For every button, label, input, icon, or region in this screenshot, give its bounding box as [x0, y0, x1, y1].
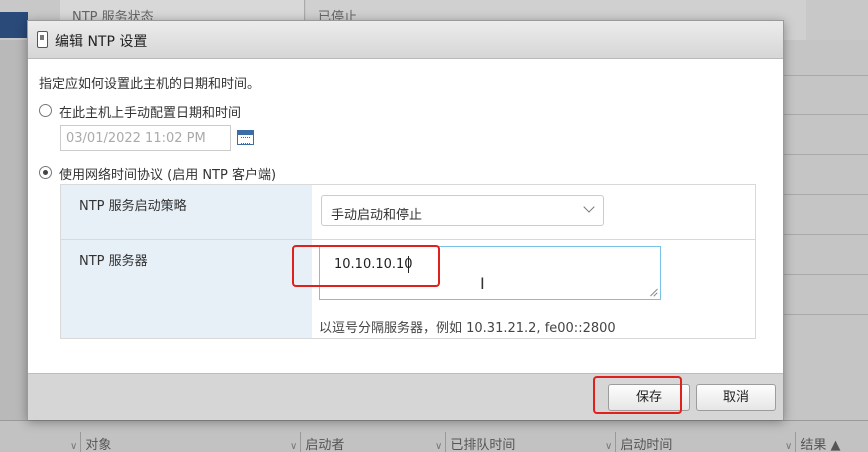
background-nav-accent	[0, 12, 28, 38]
save-button-highlight	[593, 376, 682, 414]
startup-policy-selected-value: 手动启动和停止	[331, 208, 423, 223]
column-header-start-time[interactable]: ∨ 启动时间	[605, 434, 672, 452]
startup-policy-label-cell: NTP 服务启动策略	[61, 185, 312, 240]
background-right-panel	[784, 40, 868, 435]
column-header-object-label: 对象	[85, 438, 112, 452]
dialog-intro: 指定应如何设置此主机的日期和时间。	[39, 77, 261, 92]
startup-policy-label: NTP 服务启动策略	[79, 199, 187, 214]
calendar-icon[interactable]	[237, 130, 254, 145]
ntp-servers-hint: 以逗号分隔服务器，例如 10.31.21.2, fe00::2800	[319, 321, 616, 336]
background-task-table-header	[0, 420, 868, 452]
chevron-down-icon: ∨	[290, 441, 298, 452]
column-header-initiator-label: 启动者	[305, 438, 345, 452]
edit-ntp-dialog: 编辑 NTP 设置 指定应如何设置此主机的日期和时间。 在此主机上手动配置日期和…	[27, 20, 784, 420]
column-header-object[interactable]: ∨ 对象	[70, 434, 111, 452]
manual-config-radio[interactable]	[39, 104, 52, 117]
resize-handle-icon[interactable]	[649, 288, 658, 297]
ntp-config-radio[interactable]	[39, 166, 52, 179]
ntp-servers-label: NTP 服务器	[79, 254, 148, 269]
chevron-down-icon: ∨	[785, 441, 793, 452]
cancel-button[interactable]: 取消	[696, 384, 776, 411]
column-header-result-label: 结果 ▲	[800, 438, 841, 452]
startup-policy-select[interactable]: 手动启动和停止	[321, 195, 604, 226]
dialog-header: 编辑 NTP 设置	[28, 21, 783, 59]
chevron-down-icon: ∨	[605, 441, 613, 452]
chevron-down-icon: ∨	[70, 441, 78, 452]
ntp-config-label[interactable]: 使用网络时间协议 (启用 NTP 客户端)	[59, 164, 276, 183]
column-header-queued-time-label: 已排队时间	[450, 438, 516, 452]
column-header-initiator[interactable]: ∨ 启动者	[290, 434, 344, 452]
dialog-title: 编辑 NTP 设置	[55, 34, 148, 50]
manual-datetime-input[interactable]: 03/01/2022 11:02 PM	[60, 125, 231, 151]
chevron-down-icon	[583, 201, 595, 213]
chevron-down-icon: ∨	[435, 441, 443, 452]
column-header-queued-time[interactable]: ∨ 已排队时间	[435, 434, 515, 452]
column-header-result[interactable]: ∨ 结果 ▲	[785, 434, 840, 452]
ntp-servers-label-cell: NTP 服务器	[61, 240, 312, 338]
startup-policy-value-cell: 手动启动和停止	[312, 185, 755, 240]
manual-config-label[interactable]: 在此主机上手动配置日期和时间	[59, 102, 241, 121]
column-header-start-time-label: 启动时间	[620, 438, 673, 452]
ntp-server-highlight	[292, 245, 440, 287]
host-icon	[37, 31, 48, 48]
text-cursor-icon: I	[480, 274, 485, 293]
